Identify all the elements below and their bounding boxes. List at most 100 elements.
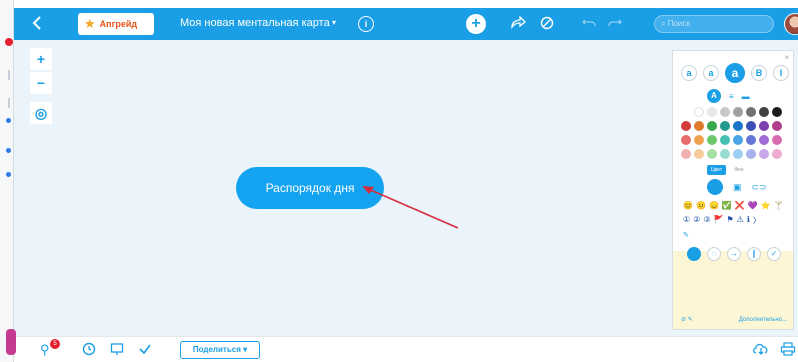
color-swatch[interactable]	[746, 135, 756, 145]
title-dropdown-caret[interactable]: ▾	[332, 18, 336, 27]
emoji-icon[interactable]: ⭐	[761, 201, 771, 210]
node-actions-row: ◌ → ∥ ✓	[687, 247, 781, 261]
block-icon[interactable]	[540, 16, 554, 33]
color-swatch[interactable]	[746, 149, 756, 159]
shape-circle-button[interactable]	[707, 179, 723, 195]
emoji-icon[interactable]: 😊	[683, 201, 693, 210]
attachment-icon[interactable]: ∥	[747, 247, 761, 261]
upgrade-button[interactable]: ★ Апгрейд	[78, 13, 154, 35]
color-swatch[interactable]	[694, 121, 704, 131]
color-swatch[interactable]	[681, 135, 691, 145]
font-small-button[interactable]: a	[681, 65, 697, 81]
history-icon[interactable]	[82, 342, 96, 359]
color-swatch[interactable]	[720, 149, 730, 159]
image-icon[interactable]: ▣	[733, 182, 742, 193]
color-swatch[interactable]	[772, 121, 782, 131]
notification-dot	[5, 38, 13, 46]
browser-side-strip	[0, 0, 14, 362]
number-1-icon[interactable]: ①	[683, 215, 690, 226]
footer-tools[interactable]: ⊘ ✎	[681, 316, 693, 323]
color-swatch[interactable]	[681, 149, 691, 159]
redo-icon[interactable]	[608, 16, 622, 31]
color-swatch[interactable]	[746, 107, 756, 117]
avatar[interactable]	[784, 13, 798, 35]
chevron-right-icon[interactable]: 〉	[753, 215, 761, 226]
emoji-icon[interactable]: ✅	[722, 201, 732, 210]
color-swatch[interactable]	[694, 107, 704, 117]
color-swatch[interactable]	[707, 121, 717, 131]
emoji-icon[interactable]: 💜	[748, 201, 758, 210]
color-swatch[interactable]	[707, 107, 717, 117]
font-large-button[interactable]: a	[725, 63, 745, 83]
emoji-icon[interactable]: 🍸	[774, 201, 784, 210]
color-swatch[interactable]	[733, 121, 743, 131]
color-swatch[interactable]	[694, 149, 704, 159]
warning-icon[interactable]: ⚠	[737, 215, 744, 226]
bold-button[interactable]: B	[751, 65, 767, 81]
color-swatch[interactable]	[707, 149, 717, 159]
flag-icon[interactable]: ⚑	[726, 215, 733, 226]
color-swatch[interactable]	[759, 107, 769, 117]
close-icon[interactable]: ×	[784, 53, 789, 62]
cloud-download-icon[interactable]	[752, 342, 770, 359]
color-swatch[interactable]	[733, 107, 743, 117]
share-nodes-icon[interactable]	[510, 15, 526, 33]
color-swatch[interactable]	[707, 135, 717, 145]
palette-spacer	[681, 107, 691, 117]
style-panel: × a a a B I A ≡ ▬ Цвет Фон ▣ ⊂⊃ 😊 😐 😞 ✅ …	[672, 50, 794, 330]
color-swatch[interactable]	[746, 121, 756, 131]
font-medium-button[interactable]: a	[703, 65, 719, 81]
shape-style-row: A ≡ ▬	[707, 89, 750, 103]
info-button[interactable]: i	[358, 16, 374, 32]
color-swatch[interactable]	[720, 107, 730, 117]
share-button[interactable]: Поделиться ▾	[180, 341, 260, 359]
node-color-button[interactable]	[687, 247, 701, 261]
color-swatch[interactable]	[759, 149, 769, 159]
info-icon[interactable]: ℹ	[747, 215, 750, 226]
color-swatch[interactable]	[772, 107, 782, 117]
collaborators-icon[interactable]: ⚲	[40, 342, 50, 358]
number-3-icon[interactable]: ③	[703, 215, 710, 226]
text-style-row: a a a B I	[681, 63, 789, 83]
italic-button[interactable]: I	[773, 65, 789, 81]
color-swatch[interactable]	[720, 135, 730, 145]
comment-icon[interactable]: ◌	[707, 247, 721, 261]
emoji-icon[interactable]: ❌	[735, 201, 745, 210]
number-2-icon[interactable]: ②	[693, 215, 700, 226]
strip-dot	[6, 148, 11, 153]
line-icon[interactable]: ▬	[742, 92, 750, 101]
map-title[interactable]: Моя новая ментальная карта	[180, 17, 330, 29]
notification-badge: 5	[50, 339, 60, 349]
add-node-button[interactable]: +	[466, 14, 486, 34]
more-link[interactable]: Дополнительно...	[739, 317, 787, 323]
color-swatch[interactable]	[733, 135, 743, 145]
link-icon[interactable]: ⊂⊃	[752, 182, 767, 193]
tasks-check-icon[interactable]	[138, 342, 152, 359]
tab-background-color[interactable]: Фон	[730, 165, 747, 175]
color-swatch[interactable]	[694, 135, 704, 145]
color-swatch[interactable]	[759, 121, 769, 131]
print-icon[interactable]	[780, 342, 796, 359]
undo-icon[interactable]	[582, 16, 596, 31]
color-swatch[interactable]	[772, 149, 782, 159]
emoji-icon[interactable]: 😞	[709, 201, 719, 210]
tab-text-color[interactable]: Цвет	[707, 165, 727, 175]
flag-icon[interactable]: 🚩	[714, 215, 724, 226]
strip-dot	[6, 118, 11, 123]
color-swatch[interactable]	[759, 135, 769, 145]
back-button[interactable]	[32, 15, 48, 33]
color-swatch[interactable]	[733, 149, 743, 159]
text-color-button[interactable]: A	[707, 89, 721, 103]
check-icon[interactable]: ✓	[767, 247, 781, 261]
arrow-right-icon[interactable]: →	[727, 247, 741, 261]
search-input[interactable]: ⌕ Поиск	[654, 15, 774, 33]
shape-row: ▣ ⊂⊃	[707, 179, 767, 195]
emoji-row-1: 😊 😐 😞 ✅ ❌ 💜 ⭐ 🍸	[683, 201, 784, 210]
edit-icon[interactable]: ✎	[683, 231, 689, 239]
color-swatch[interactable]	[772, 135, 782, 145]
emoji-icon[interactable]: 😐	[696, 201, 706, 210]
align-icon[interactable]: ≡	[729, 92, 734, 101]
color-swatch[interactable]	[720, 121, 730, 131]
presentation-icon[interactable]	[110, 342, 124, 359]
color-swatch[interactable]	[681, 121, 691, 131]
